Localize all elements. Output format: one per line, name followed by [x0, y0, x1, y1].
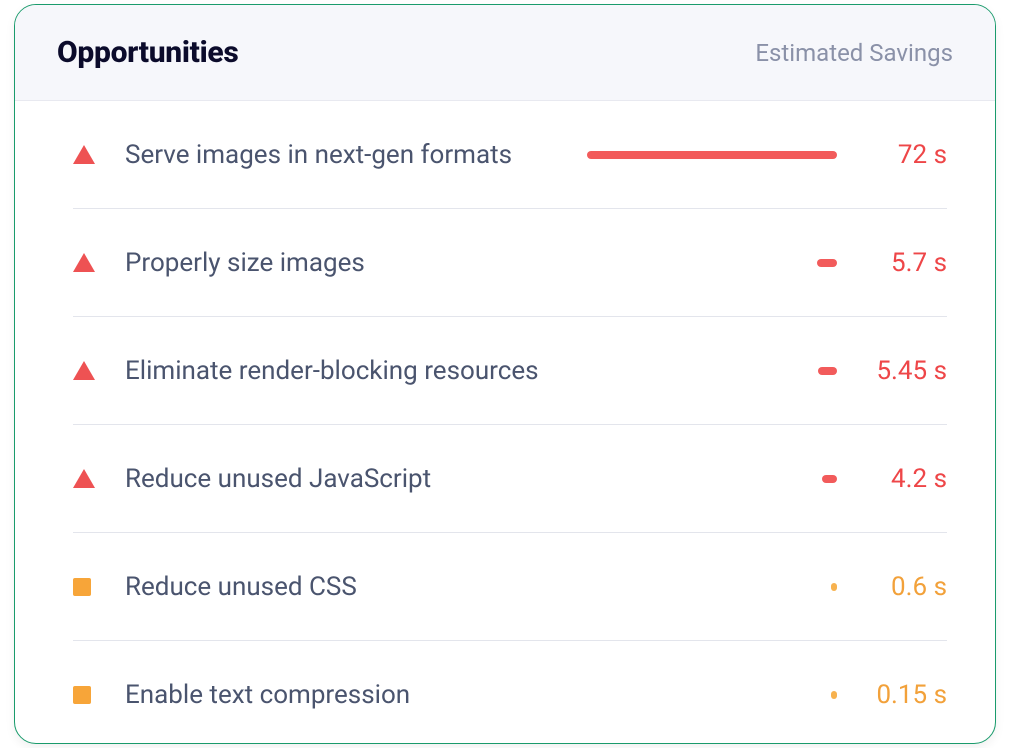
savings-value: 72 s — [851, 140, 947, 170]
savings-bar — [587, 151, 837, 159]
savings-bar — [831, 583, 837, 591]
savings-bar — [817, 259, 837, 267]
opportunity-row[interactable]: Reduce unused CSS 0.6 s — [73, 533, 947, 641]
opportunity-label: Reduce unused JavaScript — [125, 464, 431, 494]
opportunity-label: Properly size images — [125, 248, 365, 278]
savings-bar-track — [591, 583, 851, 591]
savings-value: 5.7 s — [851, 248, 947, 278]
opportunity-row[interactable]: Enable text compression 0.15 s — [73, 641, 947, 744]
opportunity-row[interactable]: Properly size images 5.7 s — [73, 209, 947, 317]
fail-triangle-icon — [73, 145, 95, 164]
savings-bar-track — [591, 367, 851, 375]
opportunity-label: Enable text compression — [125, 680, 410, 710]
savings-bar-track — [591, 691, 851, 699]
opportunity-label: Eliminate render-blocking resources — [125, 356, 539, 386]
savings-bar-track — [591, 259, 851, 267]
opportunity-label: Reduce unused CSS — [125, 572, 357, 602]
opportunity-row[interactable]: Eliminate render-blocking resources 5.45 … — [73, 317, 947, 425]
fail-triangle-icon — [73, 469, 95, 488]
savings-value: 0.15 s — [851, 680, 947, 710]
card-title: Opportunities — [57, 35, 239, 70]
savings-bar — [831, 691, 837, 699]
savings-value: 4.2 s — [851, 464, 947, 494]
card-header: Opportunities Estimated Savings — [15, 5, 995, 101]
opportunity-row[interactable]: Serve images in next-gen formats 72 s — [73, 101, 947, 209]
savings-bar-track — [587, 151, 851, 159]
savings-bar — [818, 367, 837, 375]
savings-value: 5.45 s — [851, 356, 947, 386]
fail-triangle-icon — [73, 361, 95, 380]
warn-square-icon — [73, 578, 91, 596]
savings-bar-track — [591, 475, 851, 483]
opportunity-list: Serve images in next-gen formats 72 s Prop… — [15, 101, 995, 744]
savings-value: 0.6 s — [851, 572, 947, 602]
fail-triangle-icon — [73, 253, 95, 272]
savings-bar — [822, 475, 837, 483]
opportunities-card: Opportunities Estimated Savings Serve im… — [14, 4, 996, 744]
opportunity-label: Serve images in next-gen formats — [125, 140, 512, 170]
warn-square-icon — [73, 686, 91, 704]
opportunity-row[interactable]: Reduce unused JavaScript 4.2 s — [73, 425, 947, 533]
estimated-savings-label: Estimated Savings — [755, 39, 953, 67]
